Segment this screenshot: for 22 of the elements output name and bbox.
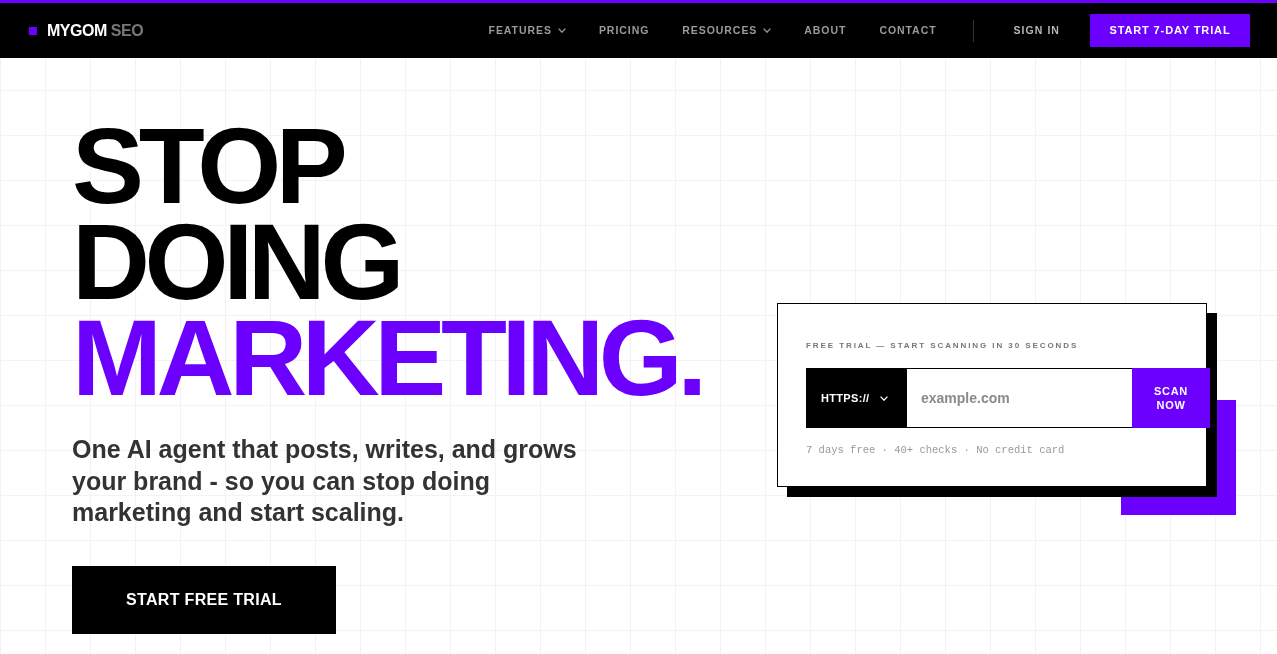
card-label: FREE TRIAL — START SCANNING IN 30 SECONDS bbox=[806, 341, 1079, 351]
chevron-down-icon bbox=[880, 395, 889, 401]
hero-subtitle: One AI agent that posts, writes, and grows your brand - so you can stop doing marketing and start scaling. bbox=[72, 434, 578, 528]
nav-link[interactable]: FEATURES bbox=[488, 22, 566, 39]
nav-link[interactable]: PRICING bbox=[598, 22, 650, 39]
nav-link[interactable]: ABOUT bbox=[804, 22, 847, 39]
headline-line: DOING bbox=[72, 214, 399, 310]
chevron-down-icon bbox=[763, 28, 772, 33]
start-free-trial-button[interactable]: START FREE TRIAL bbox=[72, 565, 336, 634]
chevron-down-icon bbox=[557, 28, 566, 33]
url-field[interactable]: example.com bbox=[907, 368, 1132, 428]
logo-square-icon bbox=[29, 26, 37, 35]
sign-in-link[interactable]: SIGN IN bbox=[1013, 22, 1060, 39]
card-note: 7 days free · 40+ checks · No credit card bbox=[806, 443, 1065, 458]
headline-line: MARKETING. bbox=[72, 310, 702, 406]
logo-link[interactable]: MYGOM SEO bbox=[29, 18, 144, 43]
start-trial-button[interactable]: START 7-DAY TRIAL bbox=[1090, 14, 1250, 47]
scan-now-button[interactable]: SCAN NOW bbox=[1132, 368, 1210, 428]
headline-line: STOP bbox=[72, 118, 343, 214]
protocol-select[interactable]: HTTPS:// bbox=[806, 368, 907, 428]
nav-link[interactable]: RESOURCES bbox=[682, 22, 772, 39]
nav-link[interactable]: CONTACT bbox=[879, 22, 937, 39]
